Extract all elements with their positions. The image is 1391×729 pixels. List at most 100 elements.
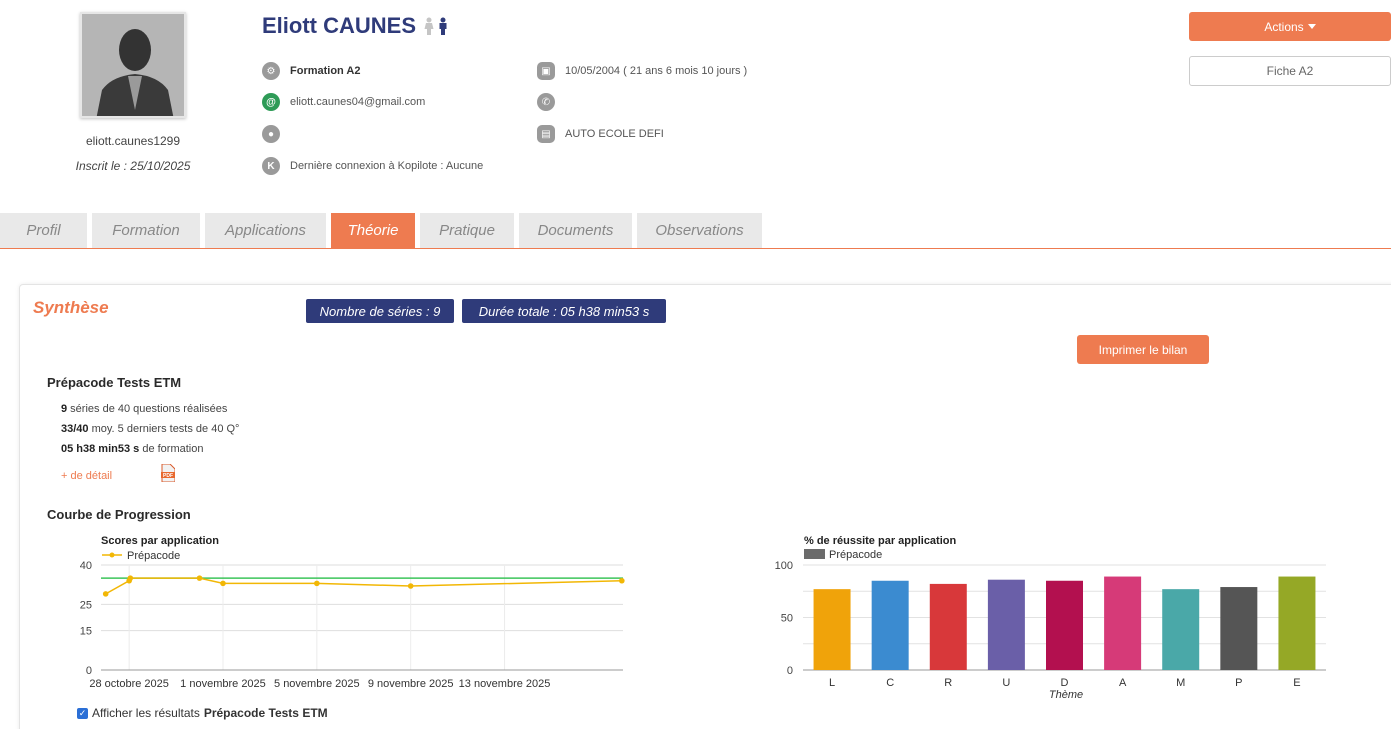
prepacode-data-point[interactable] bbox=[102, 591, 109, 597]
school-value: AUTO ECOLE DEFI bbox=[565, 128, 664, 140]
line-xtick-label: 28 octobre 2025 bbox=[89, 678, 169, 690]
tab-bar: Profil Formation Applications Théorie Pr… bbox=[0, 213, 762, 248]
bar-E[interactable] bbox=[1278, 576, 1316, 670]
birth-info: ▣ 10/05/2004 ( 21 ans 6 mois 10 jours ) bbox=[537, 62, 747, 80]
line-xtick-label: 1 novembre 2025 bbox=[180, 678, 266, 690]
checkbox-prefix: Afficher les résultats bbox=[92, 706, 200, 720]
prepacode-data-point[interactable] bbox=[619, 577, 625, 584]
bar-xtick-label: E bbox=[1293, 677, 1300, 689]
show-results-checkbox[interactable]: ✓ bbox=[77, 707, 88, 719]
school-info: ▤ AUTO ECOLE DEFI bbox=[537, 125, 664, 143]
bar-L[interactable] bbox=[813, 589, 851, 670]
formation-info: ⚙ Formation A2 bbox=[262, 62, 361, 80]
tab-underline bbox=[0, 248, 1391, 249]
line-ytick-label: 0 bbox=[86, 665, 92, 677]
show-results-checkbox-row[interactable]: ✓ Afficher les résultats Prépacode Tests… bbox=[77, 706, 328, 720]
line-ytick-label: 40 bbox=[80, 560, 92, 572]
bar-xtick-label: C bbox=[886, 677, 894, 689]
prepacode-data-point[interactable] bbox=[196, 575, 203, 581]
default-avatar-icon bbox=[82, 14, 184, 116]
more-detail-link[interactable]: + de détail bbox=[61, 470, 112, 482]
bar-ytick-label: 100 bbox=[775, 560, 793, 572]
bar-xtick-label: P bbox=[1235, 677, 1242, 689]
bar-ytick-label: 0 bbox=[787, 665, 793, 677]
stat-duration: 05 h38 min53 s de formation bbox=[61, 443, 204, 455]
email-info: @ eliott.caunes04@gmail.com bbox=[262, 93, 425, 111]
email-value[interactable]: eliott.caunes04@gmail.com bbox=[290, 96, 425, 108]
total-duration-badge: Durée totale : 05 h38 min53 s bbox=[462, 299, 666, 323]
bar-xtick-label: U bbox=[1002, 677, 1010, 689]
line-chart-title: Scores par application bbox=[101, 535, 219, 547]
last-login-info: K Dernière connexion à Kopilote : Aucune bbox=[262, 157, 483, 175]
last-login-value: Dernière connexion à Kopilote : Aucune bbox=[290, 160, 484, 172]
student-name-text: Eliott CAUNES bbox=[262, 13, 416, 38]
tab-pratique[interactable]: Pratique bbox=[420, 213, 514, 248]
line-ytick-label: 15 bbox=[80, 626, 92, 638]
bar-xtick-label: D bbox=[1061, 677, 1069, 689]
birthday-cake-icon: ▣ bbox=[537, 62, 555, 80]
email-icon: @ bbox=[262, 93, 280, 111]
prepacode-title: Prépacode Tests ETM bbox=[47, 375, 182, 390]
success-bar-chart: % de réussite par application Prépacode … bbox=[775, 535, 1326, 701]
formation-icon: ⚙ bbox=[262, 62, 280, 80]
bar-U[interactable] bbox=[987, 579, 1025, 670]
prepacode-series-line bbox=[105, 577, 622, 595]
tab-profil[interactable]: Profil bbox=[0, 213, 87, 248]
tab-observations[interactable]: Observations bbox=[637, 213, 762, 248]
bar-C[interactable] bbox=[871, 580, 909, 670]
prepacode-data-point[interactable] bbox=[127, 575, 134, 581]
phone-info: ✆ bbox=[537, 93, 565, 111]
inscription-date: Inscrit le : 25/10/2025 bbox=[75, 159, 191, 173]
bar-xtick-label: L bbox=[829, 677, 835, 689]
male-icon bbox=[439, 17, 447, 35]
female-icon bbox=[424, 17, 434, 35]
bar-R[interactable] bbox=[929, 583, 967, 670]
tab-documents[interactable]: Documents bbox=[519, 213, 632, 248]
prepacode-data-point[interactable] bbox=[220, 580, 226, 587]
student-name: Eliott CAUNES bbox=[262, 13, 448, 39]
bar-M[interactable] bbox=[1162, 589, 1200, 670]
bar-A[interactable] bbox=[1104, 576, 1142, 670]
pdf-icon[interactable]: PDF bbox=[161, 464, 175, 482]
bar-D[interactable] bbox=[1046, 580, 1083, 670]
svg-text:PDF: PDF bbox=[163, 473, 173, 479]
stat-series: 9 séries de 40 questions réalisées bbox=[61, 403, 228, 415]
tab-applications[interactable]: Applications bbox=[205, 213, 326, 248]
bar-P[interactable] bbox=[1220, 587, 1258, 670]
location-pin-icon: ● bbox=[262, 125, 280, 143]
bar-xtick-label: M bbox=[1176, 677, 1185, 689]
bar-xtick-label: R bbox=[944, 677, 952, 689]
actions-label: Actions bbox=[1264, 19, 1304, 34]
bar-chart-legend: Prépacode bbox=[804, 549, 882, 561]
line-ytick-label: 25 bbox=[80, 599, 92, 611]
bar-legend-label: Prépacode bbox=[829, 549, 882, 561]
building-icon: ▤ bbox=[537, 125, 555, 143]
bar-xtick-label: A bbox=[1119, 677, 1127, 689]
progression-title: Courbe de Progression bbox=[47, 507, 191, 522]
line-chart-legend: Prépacode bbox=[102, 550, 180, 562]
scores-line-chart: Scores par application Prépacode 0 15 25 40… bbox=[80, 535, 625, 690]
formation-label: Formation A2 bbox=[290, 65, 361, 77]
bar-chart-title: % de réussite par application bbox=[804, 535, 956, 547]
bar-chart-xlabel: Thème bbox=[1049, 689, 1083, 701]
prepacode-data-point[interactable] bbox=[407, 583, 414, 589]
line-xtick-label: 5 novembre 2025 bbox=[274, 678, 360, 690]
actions-button[interactable]: Actions bbox=[1189, 12, 1391, 41]
series-count-badge: Nombre de séries : 9 bbox=[306, 299, 454, 323]
tab-formation[interactable]: Formation bbox=[92, 213, 200, 248]
fiche-a2-button[interactable]: Fiche A2 bbox=[1189, 56, 1391, 86]
print-report-button[interactable]: Imprimer le bilan bbox=[1077, 335, 1209, 364]
line-xtick-label: 9 novembre 2025 bbox=[368, 678, 454, 690]
caret-down-icon bbox=[1307, 24, 1316, 29]
bar-ytick-label: 50 bbox=[781, 613, 793, 625]
phone-icon: ✆ bbox=[537, 93, 555, 111]
kopilote-icon: K bbox=[262, 157, 280, 175]
checkbox-bold: Prépacode Tests ETM bbox=[203, 706, 328, 720]
prepacode-data-point[interactable] bbox=[314, 580, 320, 587]
line-xtick-label: 13 novembre 2025 bbox=[459, 678, 551, 690]
avatar bbox=[80, 12, 186, 118]
line-legend-label: Prépacode bbox=[127, 550, 180, 562]
tab-theorie[interactable]: Théorie bbox=[331, 213, 415, 248]
address-info: ● bbox=[262, 125, 290, 143]
stat-average: 33/40 moy. 5 derniers tests de 40 Q° bbox=[61, 423, 240, 435]
